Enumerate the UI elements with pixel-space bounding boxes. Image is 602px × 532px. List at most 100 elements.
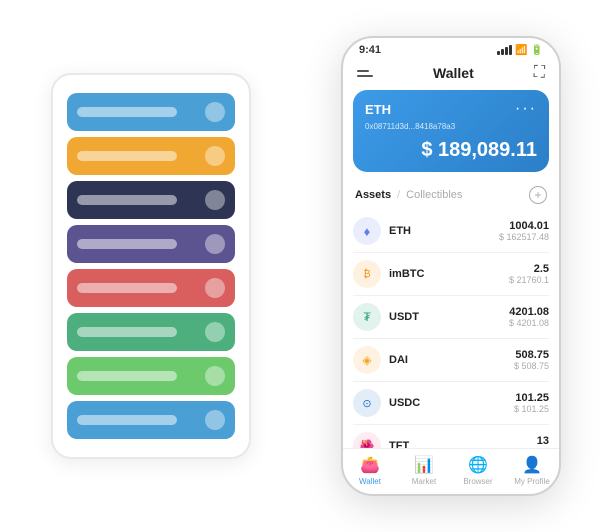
status-time: 9:41	[359, 44, 381, 56]
asset-symbol-usdt: USDT	[389, 311, 509, 323]
asset-symbol-eth: ETH	[389, 225, 499, 237]
scan-icon[interactable]: ⛶	[534, 64, 545, 82]
asset-name-col-dai: DAI	[389, 354, 514, 366]
phone-frame: 9:41 📶 🔋 Wallet ⛶	[341, 36, 561, 496]
profile-nav-icon: 👤	[522, 455, 542, 475]
card-label-5	[77, 283, 177, 293]
nav-browser-label: Browser	[463, 477, 492, 486]
card-icon-5	[205, 278, 225, 298]
tab-group: Assets / Collectibles	[355, 189, 462, 201]
asset-symbol-tft: TFT	[389, 440, 537, 448]
card-item-7[interactable]	[67, 357, 235, 395]
card-label-8	[77, 415, 177, 425]
asset-amount-imbtc: 2.5	[509, 263, 549, 275]
asset-symbol-usdc: USDC	[389, 397, 514, 409]
asset-amount-eth: 1004.01	[499, 220, 549, 232]
asset-values-usdt: 4201.08 $ 4201.08	[509, 306, 549, 328]
asset-values-imbtc: 2.5 $ 21760.1	[509, 263, 549, 285]
asset-values-eth: 1004.01 $ 162517.48	[499, 220, 549, 242]
card-icon-4	[205, 234, 225, 254]
menu-line-mid	[357, 75, 373, 77]
card-icon-8	[205, 410, 225, 430]
eth-card-balance: $ 189,089.11	[365, 139, 537, 162]
market-nav-icon: 📊	[414, 455, 434, 475]
nav-browser[interactable]: 🌐 Browser	[451, 455, 505, 486]
asset-item-eth[interactable]: ♦ ETH 1004.01 $ 162517.48	[353, 210, 549, 253]
nav-wallet[interactable]: 👛 Wallet	[343, 455, 397, 486]
battery-icon: 🔋	[531, 45, 543, 56]
asset-name-col-usdt: USDT	[389, 311, 509, 323]
asset-values-usdc: 101.25 $ 101.25	[514, 392, 549, 414]
asset-item-tft[interactable]: 🌺 TFT 13 0	[353, 425, 549, 448]
status-icons: 📶 🔋	[497, 45, 543, 56]
nav-market[interactable]: 📊 Market	[397, 455, 451, 486]
wallet-nav-icon: 👛	[360, 455, 380, 475]
signal-icon	[497, 45, 512, 55]
asset-amount-usdt: 4201.08	[509, 306, 549, 318]
asset-amount-dai: 508.75	[514, 349, 549, 361]
browser-nav-icon: 🌐	[468, 455, 488, 475]
card-label-6	[77, 327, 177, 337]
asset-name-col-imbtc: imBTC	[389, 268, 509, 280]
asset-logo-dai: ◈	[353, 346, 381, 374]
menu-button[interactable]	[357, 70, 373, 77]
asset-usd-eth: $ 162517.48	[499, 232, 549, 242]
asset-logo-usdc: ⊙	[353, 389, 381, 417]
card-icon-2	[205, 146, 225, 166]
card-item-4[interactable]	[67, 225, 235, 263]
card-icon-3	[205, 190, 225, 210]
card-item-8[interactable]	[67, 401, 235, 439]
asset-logo-tft: 🌺	[353, 432, 381, 448]
asset-item-imbtc[interactable]: ₿ imBTC 2.5 $ 21760.1	[353, 253, 549, 296]
asset-usd-imbtc: $ 21760.1	[509, 275, 549, 285]
asset-symbol-dai: DAI	[389, 354, 514, 366]
app-header: Wallet ⛶	[343, 60, 559, 90]
page-title: Wallet	[433, 65, 474, 81]
asset-item-dai[interactable]: ◈ DAI 508.75 $ 508.75	[353, 339, 549, 382]
asset-name-col-eth: ETH	[389, 225, 499, 237]
card-stack	[51, 73, 251, 459]
eth-wallet-card[interactable]: ETH ··· 0x08711d3d...8418a78a3 $ 189,089…	[353, 90, 549, 172]
card-item-3[interactable]	[67, 181, 235, 219]
asset-item-usdc[interactable]: ⊙ USDC 101.25 $ 101.25	[353, 382, 549, 425]
nav-profile-label: My Profile	[514, 477, 550, 486]
eth-card-menu[interactable]: ···	[515, 100, 537, 118]
status-bar: 9:41 📶 🔋	[343, 38, 559, 60]
card-item-2[interactable]	[67, 137, 235, 175]
asset-amount-usdc: 101.25	[514, 392, 549, 404]
nav-wallet-label: Wallet	[359, 477, 381, 486]
asset-name-col-tft: TFT	[389, 440, 537, 448]
asset-item-usdt[interactable]: ₮ USDT 4201.08 $ 4201.08	[353, 296, 549, 339]
nav-profile[interactable]: 👤 My Profile	[505, 455, 559, 486]
card-label-3	[77, 195, 177, 205]
bottom-nav: 👛 Wallet 📊 Market 🌐 Browser 👤 My Profile	[343, 448, 559, 494]
card-item-1[interactable]	[67, 93, 235, 131]
asset-usd-usdt: $ 4201.08	[509, 318, 549, 328]
tab-assets[interactable]: Assets	[355, 189, 391, 201]
asset-values-tft: 13 0	[537, 435, 549, 448]
menu-line-top	[357, 70, 369, 72]
asset-values-dai: 508.75 $ 508.75	[514, 349, 549, 371]
add-asset-button[interactable]: +	[529, 186, 547, 204]
card-item-6[interactable]	[67, 313, 235, 351]
asset-symbol-imbtc: imBTC	[389, 268, 509, 280]
asset-logo-usdt: ₮	[353, 303, 381, 331]
asset-logo-eth: ♦	[353, 217, 381, 245]
asset-list: ♦ ETH 1004.01 $ 162517.48 ₿ imBTC 2.5 $ …	[343, 210, 559, 448]
card-item-5[interactable]	[67, 269, 235, 307]
wifi-icon: 📶	[515, 45, 527, 56]
card-icon-6	[205, 322, 225, 342]
card-label-7	[77, 371, 177, 381]
asset-usd-usdc: $ 101.25	[514, 404, 549, 414]
tab-collectibles[interactable]: Collectibles	[406, 189, 462, 201]
eth-card-name: ETH	[365, 102, 391, 117]
card-icon-7	[205, 366, 225, 386]
nav-market-label: Market	[412, 477, 436, 486]
asset-name-col-usdc: USDC	[389, 397, 514, 409]
asset-amount-tft: 13	[537, 435, 549, 447]
eth-card-top: ETH ···	[365, 100, 537, 118]
eth-card-address: 0x08711d3d...8418a78a3	[365, 122, 537, 131]
asset-logo-imbtc: ₿	[353, 260, 381, 288]
scene: 9:41 📶 🔋 Wallet ⛶	[21, 16, 581, 516]
card-icon-1	[205, 102, 225, 122]
